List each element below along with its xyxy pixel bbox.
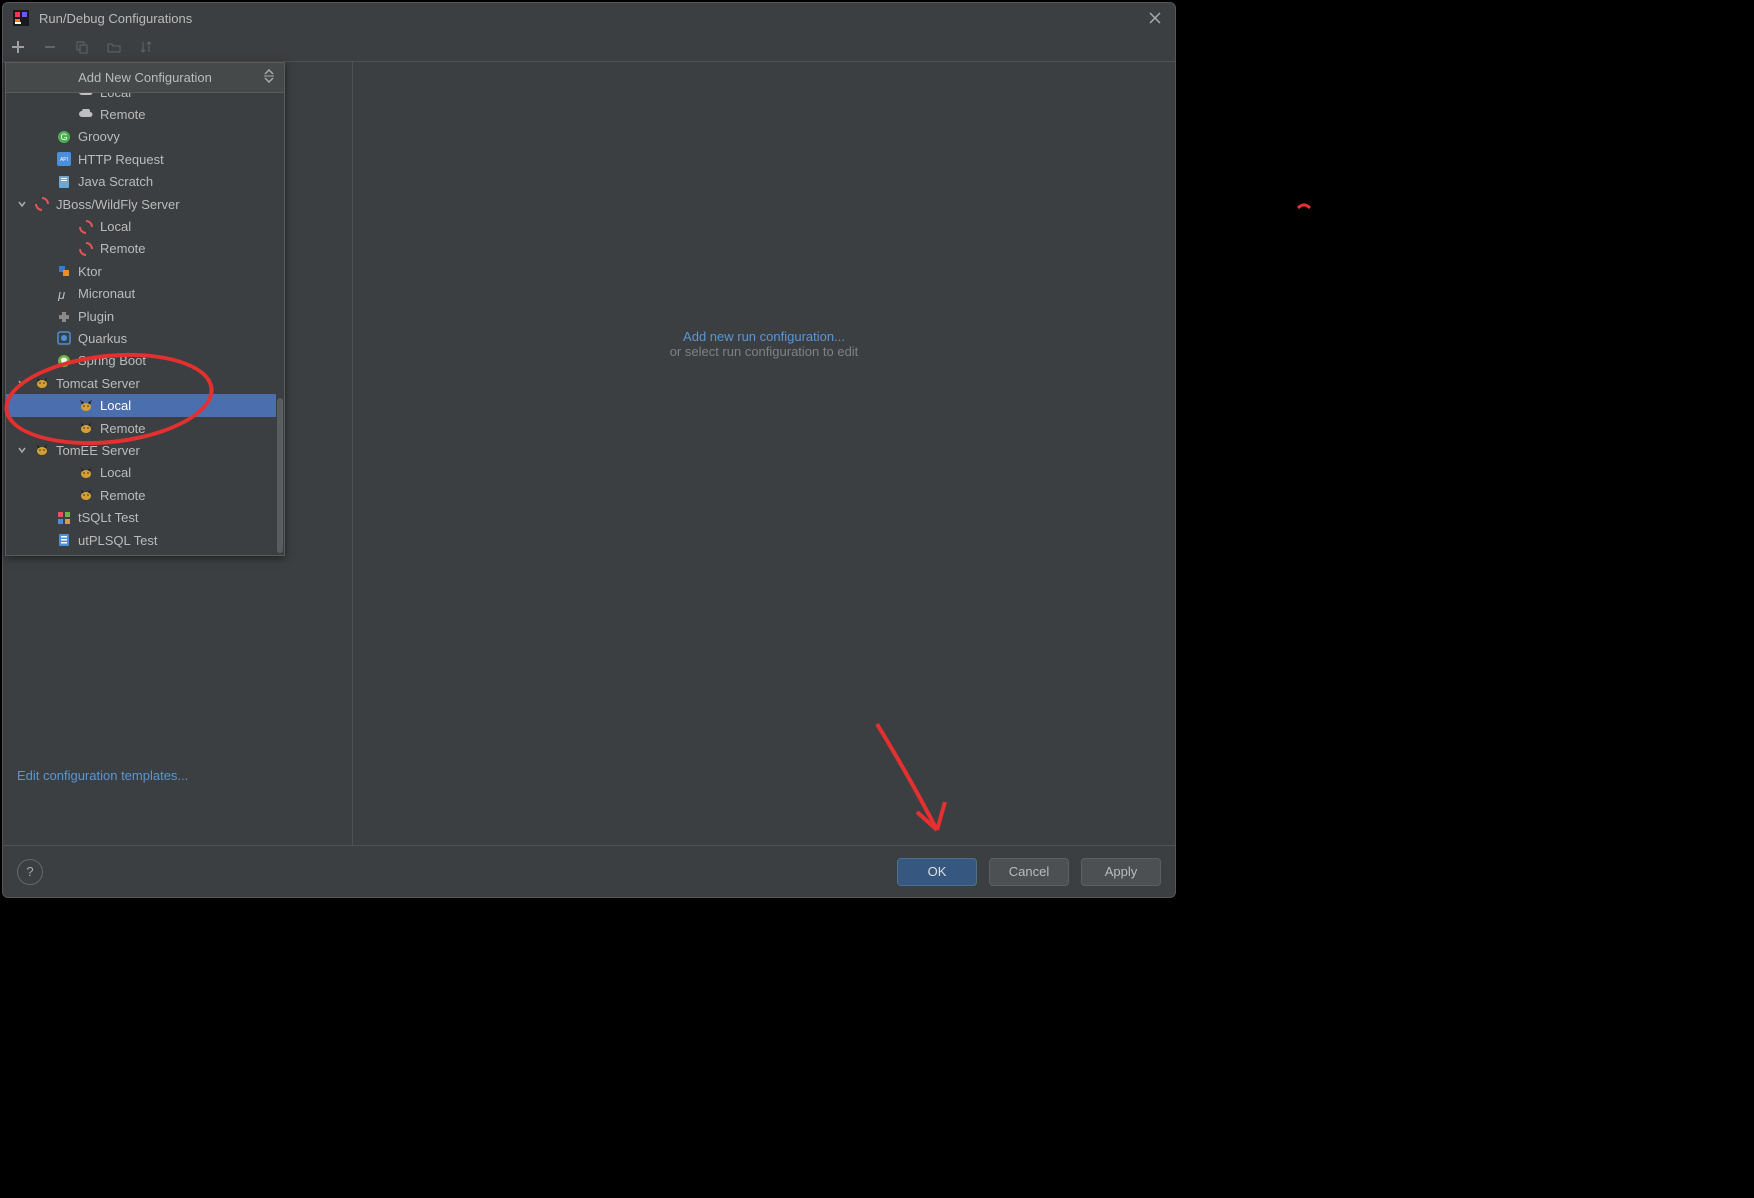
ktor-icon xyxy=(56,263,72,279)
popup-title-text: Add New Configuration xyxy=(78,70,212,85)
config-label: Spring Boot xyxy=(78,353,146,368)
tomcat-icon xyxy=(78,398,94,414)
cancel-button[interactable]: Cancel xyxy=(989,858,1069,886)
svg-text:μ: μ xyxy=(57,287,65,301)
config-item-jboss-wildfly-server[interactable]: JBoss/WildFly Server xyxy=(6,193,276,215)
add-icon[interactable] xyxy=(9,38,27,56)
config-label: utPLSQL Test xyxy=(78,533,158,548)
quarkus-icon xyxy=(56,330,72,346)
config-label: Quarkus xyxy=(78,331,127,346)
config-label: Tomcat Server xyxy=(56,376,140,391)
utplsql-icon xyxy=(56,532,72,548)
jboss-icon xyxy=(34,196,50,212)
config-label: HTTP Request xyxy=(78,152,164,167)
config-label: Remote xyxy=(100,107,146,122)
plugin-icon xyxy=(56,308,72,324)
popup-title: Add New Configuration xyxy=(6,63,284,93)
micro-icon: μ xyxy=(56,286,72,302)
run-debug-dialog: Run/Debug Configurations Add New Configu… xyxy=(2,2,1176,898)
annotation-mark xyxy=(1296,198,1316,218)
close-icon[interactable] xyxy=(1145,8,1165,28)
tomcat-icon xyxy=(78,420,94,436)
collapse-icon[interactable] xyxy=(262,69,276,86)
cloud-icon xyxy=(78,93,94,100)
config-item-local[interactable]: Local xyxy=(6,215,276,237)
footer: ? OK Cancel Apply xyxy=(3,845,1175,897)
tsqlt-icon xyxy=(56,510,72,526)
copy-icon[interactable] xyxy=(73,38,91,56)
config-item-spring-boot[interactable]: Spring Boot xyxy=(6,350,276,372)
config-item-quarkus[interactable]: Quarkus xyxy=(6,327,276,349)
chevron-down-icon xyxy=(16,378,28,388)
jboss-icon xyxy=(78,241,94,257)
chevron-down-icon xyxy=(16,199,28,209)
remove-icon[interactable] xyxy=(41,38,59,56)
help-icon[interactable]: ? xyxy=(17,859,43,885)
config-item-java-scratch[interactable]: Java Scratch xyxy=(6,171,276,193)
scrollbar-thumb[interactable] xyxy=(277,398,283,553)
toolbar xyxy=(3,33,1175,61)
config-item-plugin[interactable]: Plugin xyxy=(6,305,276,327)
dialog-body: Add New Configuration Local Remote G Groovy… xyxy=(3,61,1175,845)
http-icon: API xyxy=(56,151,72,167)
config-label: Remote xyxy=(100,488,146,503)
add-config-popup: Add New Configuration Local Remote G Groovy… xyxy=(5,62,285,556)
config-item-local[interactable]: Local xyxy=(6,394,276,416)
scratch-icon xyxy=(56,174,72,190)
tomcat-icon xyxy=(78,487,94,503)
config-label: Plugin xyxy=(78,309,114,324)
config-item-ktor[interactable]: Ktor xyxy=(6,260,276,282)
edit-templates-link[interactable]: Edit configuration templates... xyxy=(17,768,188,783)
svg-text:API: API xyxy=(60,157,68,163)
svg-text:G: G xyxy=(60,132,67,142)
add-new-config-link[interactable]: Add new run configuration... xyxy=(683,329,845,344)
config-label: Ktor xyxy=(78,264,102,279)
config-label: tSQLt Test xyxy=(78,510,138,525)
config-label: Local xyxy=(100,398,131,413)
left-pane: Add New Configuration Local Remote G Groovy… xyxy=(3,62,353,845)
config-item-local[interactable]: Local xyxy=(6,462,276,484)
config-item-tsqlt-test[interactable]: tSQLt Test xyxy=(6,506,276,528)
config-item-utplsql-test[interactable]: utPLSQL Test xyxy=(6,529,276,551)
config-label: Remote xyxy=(100,241,146,256)
spring-icon xyxy=(56,353,72,369)
config-item-remote[interactable]: Remote xyxy=(6,417,276,439)
intellij-icon xyxy=(13,10,29,26)
config-item-remote[interactable]: Remote xyxy=(6,484,276,506)
config-item-tomee-server[interactable]: TomEE Server xyxy=(6,439,276,461)
config-item-micronaut[interactable]: μ Micronaut xyxy=(6,283,276,305)
config-label: TomEE Server xyxy=(56,443,140,458)
sort-icon[interactable] xyxy=(137,38,155,56)
config-label: Java Scratch xyxy=(78,174,153,189)
ok-button[interactable]: OK xyxy=(897,858,977,886)
scrollbar-track[interactable] xyxy=(276,93,284,555)
config-label: Groovy xyxy=(78,129,120,144)
tomcat-icon xyxy=(78,465,94,481)
config-item-local[interactable]: Local xyxy=(6,93,276,103)
config-item-tomcat-server[interactable]: Tomcat Server xyxy=(6,372,276,394)
apply-button[interactable]: Apply xyxy=(1081,858,1161,886)
jboss-icon xyxy=(78,219,94,235)
titlebar: Run/Debug Configurations xyxy=(3,3,1175,33)
config-item-groovy[interactable]: G Groovy xyxy=(6,126,276,148)
main-subtext: or select run configuration to edit xyxy=(670,344,859,359)
window-title: Run/Debug Configurations xyxy=(39,11,192,26)
config-label: Micronaut xyxy=(78,286,135,301)
groovy-icon: G xyxy=(56,129,72,145)
cloud-icon xyxy=(78,107,94,123)
chevron-down-icon xyxy=(16,445,28,455)
config-label: Local xyxy=(100,219,131,234)
config-item-remote[interactable]: Remote xyxy=(6,103,276,125)
folder-icon[interactable] xyxy=(105,38,123,56)
tomcat-icon xyxy=(34,375,50,391)
config-label: Remote xyxy=(100,421,146,436)
config-item-http-request[interactable]: API HTTP Request xyxy=(6,148,276,170)
config-label: Local xyxy=(100,465,131,480)
tomcat-icon xyxy=(34,442,50,458)
config-label: Local xyxy=(100,93,131,100)
popup-list: Local Remote G Groovy API HTTP Request Java Sc… xyxy=(6,93,284,555)
main-pane: Add new run configuration... or select r… xyxy=(353,62,1175,845)
config-item-remote[interactable]: Remote xyxy=(6,238,276,260)
config-label: JBoss/WildFly Server xyxy=(56,197,180,212)
